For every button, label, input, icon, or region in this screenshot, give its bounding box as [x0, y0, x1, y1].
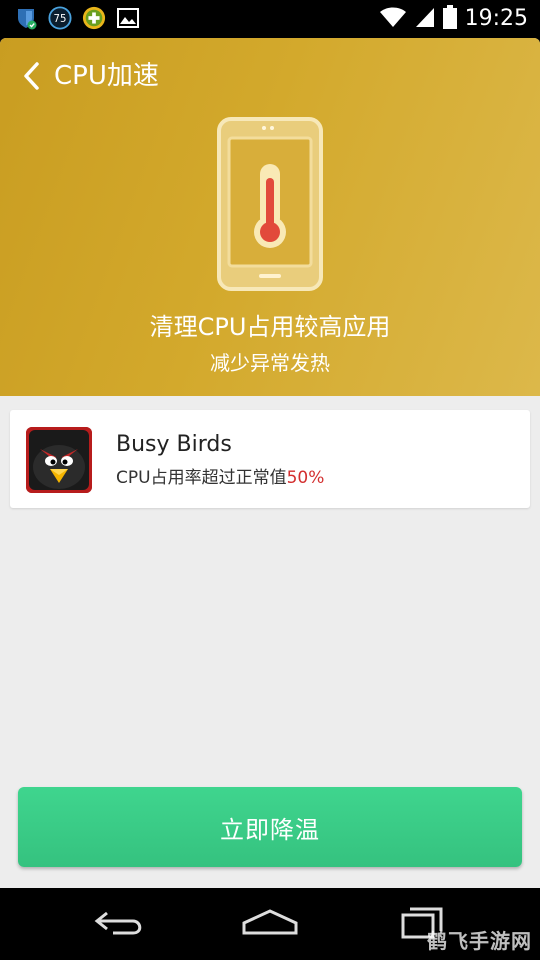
clock: 19:25: [464, 6, 528, 31]
watermark: 鹤飞手游网: [427, 929, 532, 953]
angry-bird-app-icon: [26, 427, 92, 493]
navigation-bar: 鹤飞手游网: [0, 888, 540, 960]
notification-icons: 75: [14, 6, 140, 30]
wifi-icon: [379, 6, 407, 32]
page-title: CPU加速: [54, 61, 159, 91]
app-desc-prefix: CPU占用率超过正常值: [116, 468, 287, 488]
back-arrow-icon: [93, 907, 147, 941]
phone-thermometer-icon: [216, 116, 324, 292]
subline: 减少异常发热: [210, 351, 330, 375]
app-screen: CPU加速 清理CPU占用较高应用 减少异常发热 Busy Birds CPU占…: [0, 38, 540, 888]
list-item[interactable]: Busy Birds CPU占用率超过正常值50%: [10, 410, 530, 508]
app-name: Busy Birds: [116, 432, 232, 457]
cool-down-button[interactable]: 立即降温: [18, 787, 522, 867]
home-nav-button[interactable]: [240, 904, 300, 944]
image-icon: [116, 6, 140, 30]
badge-number: 75: [54, 14, 67, 25]
badge-75-icon: 75: [48, 6, 72, 30]
status-bar: 75 19:25: [0, 0, 540, 38]
app-cpu-usage: CPU占用率超过正常值50%: [116, 466, 324, 490]
back-nav-button[interactable]: [90, 904, 150, 944]
battery-icon: [442, 5, 457, 33]
cool-down-label: 立即降温: [220, 815, 320, 844]
system-status: 19:25: [379, 4, 528, 34]
app-desc-value: 50%: [286, 468, 325, 488]
header-banner: CPU加速 清理CPU占用较高应用 减少异常发热: [0, 38, 540, 396]
headline: 清理CPU占用较高应用: [149, 313, 391, 341]
back-button[interactable]: CPU加速: [22, 58, 159, 94]
chevron-left-icon: [22, 61, 44, 91]
signal-icon: [415, 6, 435, 32]
game-controller-icon: [82, 6, 106, 30]
home-icon: [241, 907, 299, 941]
shield-check-icon: [14, 6, 38, 30]
